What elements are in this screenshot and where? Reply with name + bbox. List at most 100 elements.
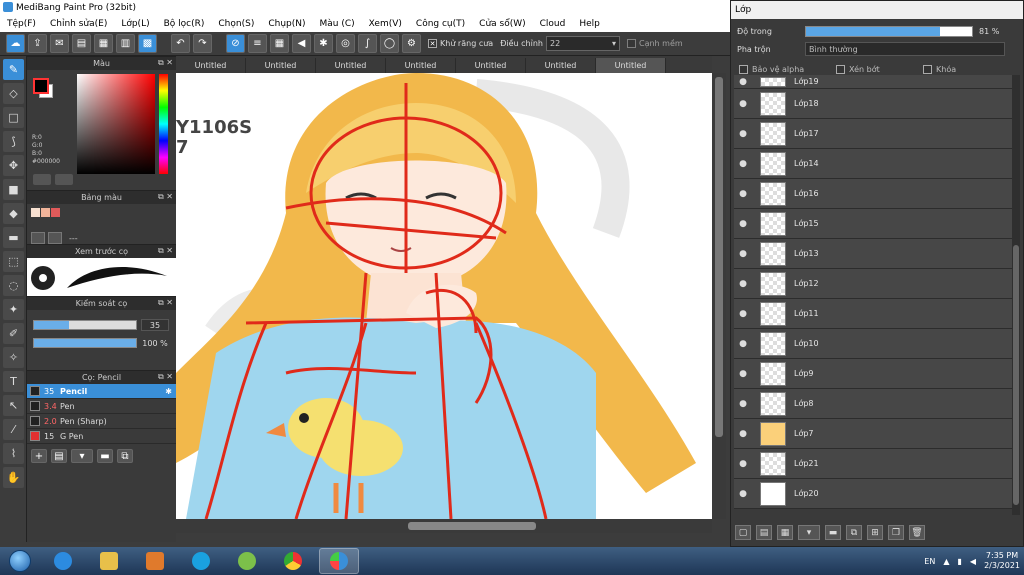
eye-icon[interactable]: ● (734, 489, 752, 499)
rect-fill-icon[interactable]: ■ (3, 179, 24, 200)
tab-untitled[interactable]: Untitled (456, 58, 526, 73)
layer-row[interactable]: ● Lớp13 (734, 239, 1014, 269)
layer-row[interactable]: ● Lớp20 (734, 479, 1014, 509)
soft-edge-checkbox[interactable] (626, 39, 636, 48)
layer-opacity-slider[interactable] (805, 25, 973, 37)
canvas-horizontal-scrollbar[interactable] (176, 519, 712, 533)
brush-size-slider[interactable] (33, 320, 137, 330)
lasso-tool-icon[interactable]: ⟆ (3, 131, 24, 152)
copy-brush-button[interactable]: ▤ (51, 449, 67, 463)
hue-slider[interactable] (159, 74, 168, 174)
magic-wand-icon[interactable]: ✦ (3, 299, 24, 320)
eye-icon[interactable]: ● (734, 309, 752, 319)
taskbar-app-green[interactable] (227, 548, 267, 574)
layer-row[interactable]: ● Lớp17 (734, 119, 1014, 149)
gear-icon[interactable]: ⚙ (402, 34, 421, 53)
dot-tool-icon[interactable]: □ (3, 107, 24, 128)
clipping-checkbox[interactable] (836, 64, 845, 74)
tab-untitled[interactable]: Untitled (386, 58, 456, 73)
no-snap-icon[interactable]: ⊘ (226, 34, 245, 53)
volume-icon[interactable]: ◀ (970, 557, 976, 566)
menu-cloud[interactable]: Cloud (533, 19, 573, 29)
canvas-vertical-scrollbar[interactable] (712, 73, 726, 519)
hand-tool-icon[interactable]: ✋ (3, 467, 24, 488)
drawing-canvas[interactable]: Y1106S 7 (176, 73, 712, 519)
chevron-up-icon[interactable]: ▲ (943, 557, 949, 566)
grid-snap-icon[interactable]: ▦ (270, 34, 289, 53)
start-button[interactable] (0, 547, 40, 575)
layer-row[interactable]: ● Lớp11 (734, 299, 1014, 329)
eyedropper-icon[interactable]: ⌇ (3, 443, 24, 464)
panel-close-icon[interactable]: ⧉ ✕ (158, 192, 173, 202)
menu-view[interactable]: Xem(V) (362, 19, 409, 29)
folder-icon[interactable]: ▬ (825, 525, 841, 540)
taskbar-skype[interactable] (181, 548, 221, 574)
clock[interactable]: 7:35 PM 2/3/2021 (984, 551, 1020, 571)
dropper-button[interactable] (33, 174, 51, 185)
menu-capture[interactable]: Chụp(N) (261, 19, 312, 29)
network-icon[interactable]: ▮ (958, 557, 962, 566)
menu-layer[interactable]: Lớp(L) (114, 19, 156, 29)
text-tool-icon[interactable]: T (3, 371, 24, 392)
select-eraser-icon[interactable]: ✧ (3, 347, 24, 368)
delete-palette-button[interactable] (48, 232, 62, 244)
eye-icon[interactable]: ● (734, 219, 752, 229)
eye-icon[interactable]: ● (734, 279, 752, 289)
brush-tool-icon[interactable]: ✎ (3, 59, 24, 80)
layer-row[interactable]: ● Lớp8 (734, 389, 1014, 419)
parallel-snap-icon[interactable]: ≡ (248, 34, 267, 53)
panel-close-icon[interactable]: ⧉ ✕ (158, 372, 173, 382)
layer-row[interactable]: ● Lớp10 (734, 329, 1014, 359)
saturation-value-picker[interactable] (77, 74, 155, 174)
tab-untitled[interactable]: Untitled (176, 58, 246, 73)
panel-close-icon[interactable]: ⧉ ✕ (158, 246, 173, 256)
new-layer-button[interactable]: ▢ (735, 525, 751, 540)
menu-help[interactable]: Help (572, 19, 607, 29)
divide-tool-icon[interactable]: ⁄ (3, 419, 24, 440)
menu-file[interactable]: Tệp(F) (0, 19, 43, 29)
menu-edit[interactable]: Chỉnh sửa(E) (43, 19, 114, 29)
taskbar-media-player[interactable] (135, 548, 175, 574)
eye-icon[interactable]: ● (734, 77, 752, 87)
language-indicator[interactable]: EN (924, 557, 935, 566)
eye-icon[interactable]: ● (734, 459, 752, 469)
palette-color[interactable] (31, 208, 40, 217)
upload-icon[interactable]: ⇪ (28, 34, 47, 53)
brush-menu-button[interactable]: ▾ (71, 449, 93, 463)
eye-icon[interactable]: ● (734, 249, 752, 259)
eye-icon[interactable]: ● (734, 99, 752, 109)
select-rect-icon[interactable]: ⬚ (3, 251, 24, 272)
antialias-checkbox[interactable]: ✕ (428, 39, 437, 48)
merge-down-button[interactable]: ⧉ (846, 525, 862, 540)
vanishing-point-icon[interactable]: ◀ (292, 34, 311, 53)
taskbar-file-explorer[interactable] (89, 548, 129, 574)
layer-row[interactable]: ● Lớp15 (734, 209, 1014, 239)
taskbar-medibang[interactable] (319, 548, 359, 574)
scrollbar-thumb[interactable] (408, 522, 536, 530)
new-8bit-layer-button[interactable]: ▦ (777, 525, 793, 540)
brush-item-pen-sharp[interactable]: 2.0 Pen (Sharp) (27, 414, 176, 429)
eye-icon[interactable]: ● (734, 339, 752, 349)
new-file-icon[interactable]: ▤ (72, 34, 91, 53)
curve-icon[interactable]: ∫ (358, 34, 377, 53)
palette-color[interactable] (51, 208, 60, 217)
circle-snap-icon[interactable]: ◯ (380, 34, 399, 53)
copy-layer-button[interactable]: ❐ (888, 525, 904, 540)
layer-property-button[interactable]: ⊞ (867, 525, 883, 540)
protect-alpha-checkbox[interactable] (739, 64, 748, 74)
taskbar-chrome[interactable] (273, 548, 313, 574)
eye-icon[interactable]: ● (734, 369, 752, 379)
menu-window[interactable]: Cửa sổ(W) (472, 19, 532, 29)
layer-row[interactable]: ● Lớp16 (734, 179, 1014, 209)
trash-icon[interactable]: 🗑 (909, 525, 925, 540)
eraser-tool-icon[interactable]: ◇ (3, 83, 24, 104)
menu-select[interactable]: Chọn(S) (211, 19, 261, 29)
document-icon[interactable]: ▦ (94, 34, 113, 53)
select-lasso-icon[interactable]: ◌ (3, 275, 24, 296)
redo-icon[interactable]: ↷ (193, 34, 212, 53)
comment-icon[interactable]: ✉ (50, 34, 69, 53)
move-tool-icon[interactable]: ✥ (3, 155, 24, 176)
gear-icon[interactable]: ✱ (165, 387, 172, 396)
radial-snap-icon[interactable]: ✱ (314, 34, 333, 53)
blend-mode-dropdown[interactable]: Bình thường (805, 42, 1005, 56)
